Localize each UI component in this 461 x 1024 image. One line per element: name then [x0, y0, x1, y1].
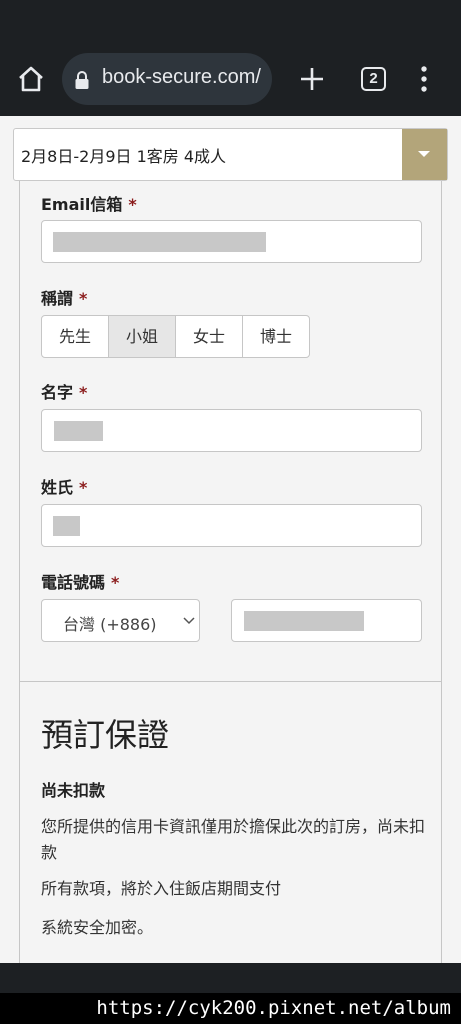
redacted-value: [244, 611, 364, 631]
required-mark: *: [128, 195, 137, 214]
redacted-value: [53, 232, 266, 252]
encryption-note: 系統安全加密。: [41, 918, 154, 937]
email-label: Email信箱 *: [41, 191, 137, 215]
guest-form-panel: Email信箱 * 稱謂 * 先生 小姐 女士 博士 名字 * 姓氏 * 電話號碼 * 台…: [19, 181, 442, 963]
last-name-label-text: 姓氏: [41, 478, 74, 497]
required-mark: *: [79, 478, 88, 497]
home-icon[interactable]: [16, 64, 46, 94]
last-name-label: 姓氏 *: [41, 474, 87, 498]
chevron-down-icon: [183, 617, 195, 625]
email-field[interactable]: [41, 220, 422, 263]
guarantee-description: 您所提供的信用卡資訊僅用於擔保此次的訂房，尚未扣款: [41, 817, 426, 862]
booking-summary-text: 2月8日-2月9日 1客房 4成人: [21, 147, 227, 166]
salutation-option-mrs[interactable]: 女士: [175, 315, 243, 358]
caret-down-icon: [418, 151, 430, 157]
salutation-option-ms[interactable]: 小姐: [108, 315, 176, 358]
browser-toolbar: book-secure.com/ 2: [0, 0, 461, 116]
first-name-label: 名字 *: [41, 379, 87, 403]
watermark-caption: https://cyk200.pixnet.net/album: [0, 993, 461, 1024]
salutation-option-mr[interactable]: 先生: [41, 315, 109, 358]
url-text: book-secure.com/: [102, 66, 261, 88]
phone-label-text: 電話號碼: [41, 573, 106, 592]
bottom-nav-bar: [0, 963, 461, 993]
redacted-value: [53, 516, 80, 536]
country-code-value: 台灣 (+886): [63, 615, 157, 634]
salutation-option-dr[interactable]: 博士: [242, 315, 310, 358]
payment-note: 所有款項，將於入住飯店期間支付: [41, 879, 282, 898]
phone-label: 電話號碼 *: [41, 569, 119, 593]
more-vert-icon[interactable]: [417, 64, 431, 94]
booking-expand-button[interactable]: [402, 129, 447, 180]
plus-icon[interactable]: [298, 65, 326, 93]
required-mark: *: [79, 383, 88, 402]
required-mark: *: [111, 573, 120, 592]
address-bar[interactable]: book-secure.com/: [62, 53, 272, 105]
country-code-select[interactable]: 台灣 (+886): [41, 599, 200, 642]
phone-number-field[interactable]: [231, 599, 422, 642]
lock-icon: [75, 71, 89, 89]
salutation-selector: 先生 小姐 女士 博士: [41, 315, 310, 358]
last-name-field[interactable]: [41, 504, 422, 547]
guarantee-subtitle: 尚未扣款: [41, 781, 106, 800]
required-mark: *: [79, 289, 88, 308]
tab-switcher-button[interactable]: 2: [361, 67, 386, 91]
redacted-value: [54, 421, 103, 441]
first-name-field[interactable]: [41, 409, 422, 452]
section-divider: [20, 681, 441, 682]
first-name-label-text: 名字: [41, 383, 74, 402]
booking-summary-bar[interactable]: 2月8日-2月9日 1客房 4成人: [13, 128, 448, 181]
salutation-label: 稱謂 *: [41, 285, 87, 309]
salutation-label-text: 稱謂: [41, 289, 74, 308]
email-label-text: Email信箱: [41, 195, 123, 214]
guarantee-title: 預訂保證: [41, 716, 170, 754]
